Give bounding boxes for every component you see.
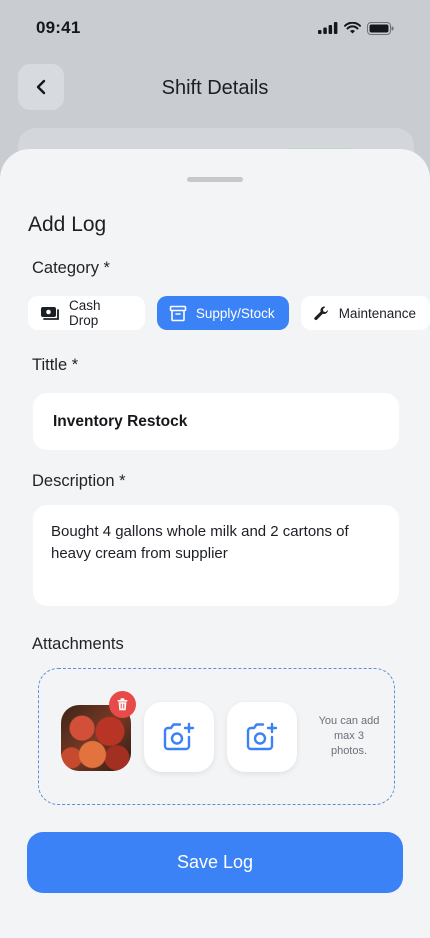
- category-chip-maintenance[interactable]: Maintenance: [300, 296, 430, 330]
- category-chips: Cash Drop Supply/Stock Maintenance: [28, 296, 430, 330]
- cash-icon: [40, 306, 60, 320]
- category-chip-label: Supply/Stock: [195, 305, 275, 321]
- title-label: Tittle *: [32, 356, 79, 374]
- title-input[interactable]: Inventory Restock: [33, 393, 399, 450]
- page-title: Shift Details: [161, 76, 269, 99]
- nav-header: Shift Details: [0, 62, 430, 114]
- category-chip-cash-drop[interactable]: Cash Drop: [28, 296, 145, 330]
- signal-icon: [318, 22, 338, 34]
- archive-box-icon: [169, 305, 187, 322]
- title-input-value: Inventory Restock: [53, 412, 188, 430]
- description-input[interactable]: Bought 4 gallons whole milk and 2 carton…: [33, 505, 399, 606]
- wrench-icon: [313, 305, 330, 322]
- battery-icon: [367, 21, 394, 35]
- status-time: 09:41: [36, 18, 81, 37]
- save-log-button[interactable]: Save Log: [27, 832, 403, 893]
- add-photo-button[interactable]: [144, 702, 214, 772]
- attachments-dropzone[interactable]: You can add max 3 photos.: [38, 668, 395, 805]
- category-chip-label: Maintenance: [338, 305, 416, 321]
- sheet-grabber[interactable]: [187, 177, 243, 182]
- camera-plus-icon: [163, 722, 195, 751]
- attachments-hint: You can add max 3 photos.: [318, 715, 380, 757]
- add-log-sheet: Add Log Category * Cash Drop Supply/Stoc…: [0, 149, 430, 938]
- attachments-label: Attachments: [32, 635, 124, 653]
- category-chip-supply-stock[interactable]: Supply/Stock: [156, 296, 289, 330]
- status-icons: [318, 21, 394, 35]
- add-photo-button[interactable]: [227, 702, 297, 772]
- category-label: Category *: [32, 259, 110, 277]
- sheet-title: Add Log: [28, 213, 107, 236]
- back-button[interactable]: [18, 64, 64, 110]
- category-chip-label: Cash Drop: [69, 298, 101, 328]
- status-bar: 09:41: [0, 0, 430, 56]
- wifi-icon: [344, 22, 361, 34]
- description-label: Description *: [32, 472, 126, 490]
- chevron-left-icon: [36, 79, 46, 95]
- description-input-value: Bought 4 gallons whole milk and 2 carton…: [51, 523, 349, 562]
- camera-plus-icon: [246, 722, 278, 751]
- trash-icon: [117, 698, 128, 711]
- delete-photo-button[interactable]: [109, 691, 136, 718]
